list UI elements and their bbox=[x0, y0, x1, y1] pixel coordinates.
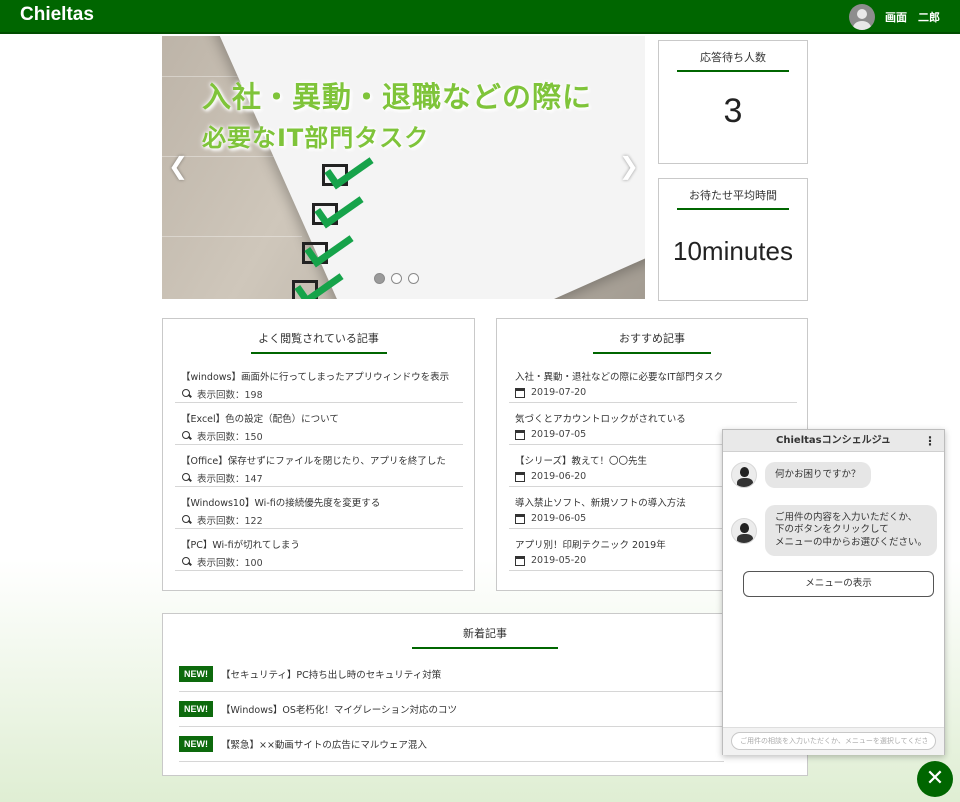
slide-title-line1: 入社・異動・退職などの際に bbox=[202, 80, 593, 114]
average-wait-title: お待たせ平均時間 bbox=[689, 189, 777, 202]
popular-articles-panel: よく閲覧されている記事 【windows】画面外に行ってしまったアプリウィンドウ… bbox=[162, 318, 475, 591]
new-articles-panel: 新着記事 NEW! 【セキュリティ】PC持ち出し時のセキュリティ対策 NEW! … bbox=[162, 613, 808, 776]
article-item[interactable]: 【Excel】色の設定（配色）について 表示回数：150 bbox=[175, 403, 463, 445]
wood-grain bbox=[162, 236, 302, 237]
news-title[interactable]: 【セキュリティ】PC持ち出し時のセキュリティ対策 bbox=[221, 667, 441, 681]
article-title[interactable]: 【PC】Wi-fiが切れてしまう bbox=[181, 537, 463, 551]
article-title[interactable]: 【Office】保存せずにファイルを閉じたり、アプリを終了した bbox=[181, 453, 463, 467]
view-count: 表示回数：150 bbox=[197, 432, 263, 443]
hero-carousel[interactable]: 入社・異動・退職などの際に 必要なIT部門タスク ❮ ❯ bbox=[162, 36, 645, 299]
news-item[interactable]: NEW! 【セキュリティ】PC持ち出し時のセキュリティ対策 bbox=[179, 657, 724, 692]
search-icon bbox=[181, 557, 191, 567]
title-underline bbox=[250, 352, 387, 354]
view-count: 表示回数：100 bbox=[197, 558, 263, 569]
article-item[interactable]: 【Windows10】Wi-fiの接続優先度を変更する 表示回数：122 bbox=[175, 487, 463, 529]
view-count: 表示回数：198 bbox=[197, 390, 263, 401]
search-icon bbox=[181, 431, 191, 441]
search-icon bbox=[181, 515, 191, 525]
app-header: Chieltas 画面 二郎 bbox=[0, 0, 960, 34]
panel-title: よく閲覧されている記事 bbox=[258, 332, 379, 345]
calendar-icon bbox=[515, 555, 525, 566]
article-date: 2019-07-05 bbox=[531, 429, 587, 440]
news-title[interactable]: 【緊急】××動画サイトの広告にマルウェア混入 bbox=[221, 737, 427, 751]
calendar-icon bbox=[515, 513, 525, 524]
chat-bubble-line: メニューの中からお選びください。 bbox=[775, 536, 928, 548]
news-title[interactable]: 【Windows】OS老朽化！マイグレーション対応のコツ bbox=[221, 702, 457, 716]
article-date: 2019-07-20 bbox=[531, 387, 587, 398]
slide-title-line2: 必要なIT部門タスク bbox=[202, 124, 430, 152]
bot-message: 何かお困りですか？ bbox=[731, 462, 871, 489]
article-item[interactable]: 入社・異動・退社などの際に必要なIT部門タスク 2019-07-20 bbox=[509, 361, 797, 403]
search-icon bbox=[181, 473, 191, 483]
bot-avatar-icon bbox=[731, 517, 757, 544]
more-vertical-icon[interactable]: ⋮ bbox=[924, 430, 936, 452]
user-name[interactable]: 画面 二郎 bbox=[885, 9, 940, 25]
article-date: 2019-06-20 bbox=[531, 471, 587, 482]
calendar-icon bbox=[515, 471, 525, 482]
chat-header: Chieltasコンシェルジュ ⋮ bbox=[723, 430, 944, 452]
news-item[interactable]: NEW! 【Windows】OS老朽化！マイグレーション対応のコツ bbox=[179, 692, 724, 727]
title-underline bbox=[412, 647, 558, 649]
article-title[interactable]: 入社・異動・退社などの際に必要なIT部門タスク bbox=[515, 369, 797, 383]
news-item[interactable]: NEW! 【緊急】××動画サイトの広告にマルウェア混入 bbox=[179, 727, 724, 762]
article-title[interactable]: 【Windows10】Wi-fiの接続優先度を変更する bbox=[181, 495, 463, 509]
user-avatar-icon[interactable] bbox=[849, 4, 875, 30]
new-badge: NEW! bbox=[179, 736, 213, 752]
view-count: 表示回数：122 bbox=[197, 516, 263, 527]
average-wait-value: 10minutes bbox=[673, 236, 793, 266]
close-icon[interactable]: ✕ bbox=[917, 761, 953, 797]
search-icon bbox=[181, 389, 191, 399]
article-date: 2019-05-20 bbox=[531, 555, 587, 566]
calendar-icon bbox=[515, 387, 525, 398]
user-menu[interactable]: 画面 二郎 bbox=[849, 4, 940, 30]
chat-bubble: 何かお困りですか？ bbox=[765, 462, 871, 489]
checkbox-checked-icon bbox=[282, 262, 362, 299]
new-badge: NEW! bbox=[179, 666, 213, 682]
view-count: 表示回数：147 bbox=[197, 474, 263, 485]
article-title[interactable]: 【windows】画面外に行ってしまったアプリウィンドウを表示 bbox=[181, 369, 463, 383]
chat-title: Chieltasコンシェルジュ bbox=[776, 435, 891, 446]
carousel-prev-chevron-left-icon[interactable]: ❮ bbox=[168, 154, 188, 178]
chat-input[interactable] bbox=[731, 732, 936, 750]
article-item[interactable]: 【PC】Wi-fiが切れてしまう 表示回数：100 bbox=[175, 529, 463, 571]
article-item[interactable]: 【Office】保存せずにファイルを閉じたり、アプリを終了した 表示回数：147 bbox=[175, 445, 463, 487]
panel-title: おすすめ記事 bbox=[619, 332, 685, 345]
chat-bubble-line: 下のボタンをクリックして bbox=[775, 524, 889, 536]
chat-bubble-line: ご用件の内容を入力いただくか、 bbox=[775, 512, 918, 523]
article-date: 2019-06-05 bbox=[531, 513, 587, 524]
new-badge: NEW! bbox=[179, 701, 213, 717]
carousel-dot[interactable] bbox=[374, 273, 385, 284]
bot-avatar-icon bbox=[731, 462, 757, 489]
chat-widget: Chieltasコンシェルジュ ⋮ 何かお困りですか？ ご用件の内容を入力いただ… bbox=[722, 429, 945, 755]
average-wait-card: お待たせ平均時間 10minutes bbox=[658, 178, 808, 301]
show-menu-button[interactable]: メニューの表示 bbox=[743, 571, 934, 597]
carousel-dot[interactable] bbox=[408, 273, 419, 284]
article-title[interactable]: 【Excel】色の設定（配色）について bbox=[181, 411, 463, 425]
carousel-next-chevron-right-icon[interactable]: ❯ bbox=[619, 154, 639, 178]
panel-title: 新着記事 bbox=[463, 627, 507, 640]
chat-bubble: ご用件の内容を入力いただくか、 下のボタンをクリックして メニューの中からお選び… bbox=[765, 505, 938, 557]
bot-message: ご用件の内容を入力いただくか、 下のボタンをクリックして メニューの中からお選び… bbox=[731, 505, 938, 557]
carousel-dot[interactable] bbox=[391, 273, 402, 284]
carousel-indicators bbox=[374, 273, 419, 284]
title-underline bbox=[677, 70, 789, 72]
new-article-list: NEW! 【セキュリティ】PC持ち出し時のセキュリティ対策 NEW! 【Wind… bbox=[179, 657, 724, 762]
article-title[interactable]: 気づくとアカウントロックがされている bbox=[515, 411, 797, 425]
calendar-icon bbox=[515, 429, 525, 440]
brand-logo[interactable]: Chieltas bbox=[20, 4, 94, 26]
chat-input-area bbox=[723, 727, 944, 755]
title-underline bbox=[677, 208, 789, 210]
article-item[interactable]: 【windows】画面外に行ってしまったアプリウィンドウを表示 表示回数：198 bbox=[175, 361, 463, 403]
waiting-count-title: 応答待ち人数 bbox=[700, 51, 766, 64]
title-underline bbox=[593, 352, 711, 354]
waiting-count-value: 3 bbox=[723, 92, 743, 130]
waiting-count-card: 応答待ち人数 3 bbox=[658, 40, 808, 164]
popular-article-list: 【windows】画面外に行ってしまったアプリウィンドウを表示 表示回数：198… bbox=[175, 361, 463, 571]
